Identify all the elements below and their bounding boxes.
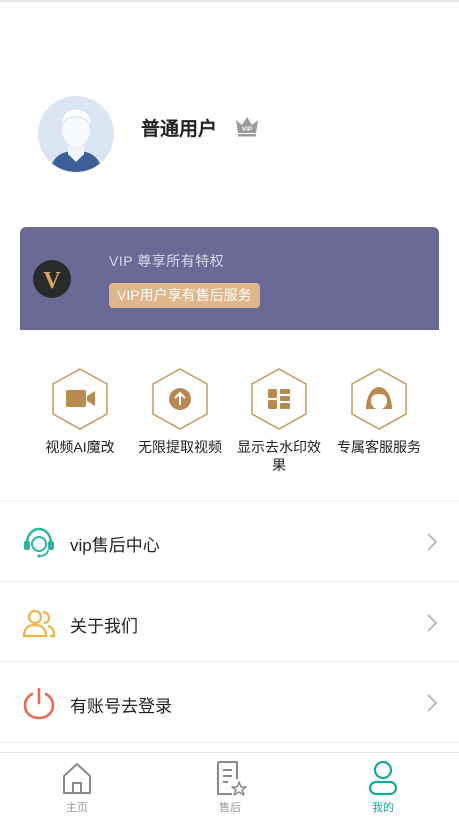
users-icon: [22, 609, 56, 638]
vip-logo-letter: V: [43, 268, 61, 294]
upload-arrow-icon: [152, 368, 208, 430]
menu-item-about-us[interactable]: 关于我们: [0, 582, 459, 662]
menu-item-login[interactable]: 有账号去登录: [0, 662, 459, 742]
feature-label: 视频AI魔改: [45, 439, 115, 455]
feature-unlimited-extract[interactable]: 无限提取视频: [132, 367, 228, 456]
power-icon: [23, 687, 55, 720]
chevron-right-icon: [427, 533, 438, 551]
menu-item-label: vip售后中心: [70, 536, 160, 555]
status-bar-divider: [0, 0, 459, 2]
bottom-nav: 主页 售后 我的: [0, 752, 459, 821]
vip-logo-icon: V: [33, 260, 71, 298]
nav-tab-label: 我的: [372, 802, 394, 814]
menu-item-label: 关于我们: [70, 617, 138, 636]
vip-banner[interactable]: V VIP 尊享所有特权 VIP用户享有售后服务: [20, 227, 439, 330]
support-agent-icon: [351, 368, 407, 430]
divider: [0, 742, 459, 743]
vip-banner-subtitle: VIP用户享有售后服务: [109, 283, 260, 308]
avatar[interactable]: [38, 96, 114, 172]
vip-crown-label: VIP: [242, 126, 253, 133]
home-icon: [63, 763, 91, 794]
menu-item-label: 有账号去登录: [70, 697, 172, 716]
feature-video-ai[interactable]: 视频AI魔改: [32, 367, 128, 456]
grid-apps-icon: [251, 368, 307, 430]
menu-item-vip-after-sales[interactable]: vip售后中心: [0, 501, 459, 581]
person-icon: [368, 760, 398, 796]
nav-tab-after-sales[interactable]: 售后: [190, 759, 270, 815]
feature-customer-service[interactable]: 专属客服服务: [331, 367, 427, 456]
document-star-icon: [217, 761, 247, 796]
nav-tab-home[interactable]: 主页: [37, 759, 117, 815]
feature-label: 显示去水印效果: [237, 439, 321, 473]
default-avatar-icon: [38, 96, 114, 172]
feature-label: 无限提取视频: [138, 439, 222, 455]
video-camera-icon: [52, 368, 108, 430]
headset-icon: [24, 527, 54, 558]
chevron-right-icon: [427, 614, 438, 632]
nav-tab-label: 售后: [219, 802, 241, 814]
nav-tab-mine[interactable]: 我的: [343, 759, 423, 815]
username: 普通用户: [141, 119, 218, 140]
feature-watermark[interactable]: 显示去水印效果: [231, 367, 327, 474]
nav-tab-label: 主页: [66, 802, 88, 814]
feature-label: 专属客服服务: [337, 439, 421, 455]
vip-crown-icon: VIP: [233, 114, 261, 138]
chevron-right-icon: [427, 694, 438, 712]
vip-banner-title: VIP 尊享所有特权: [109, 253, 225, 269]
